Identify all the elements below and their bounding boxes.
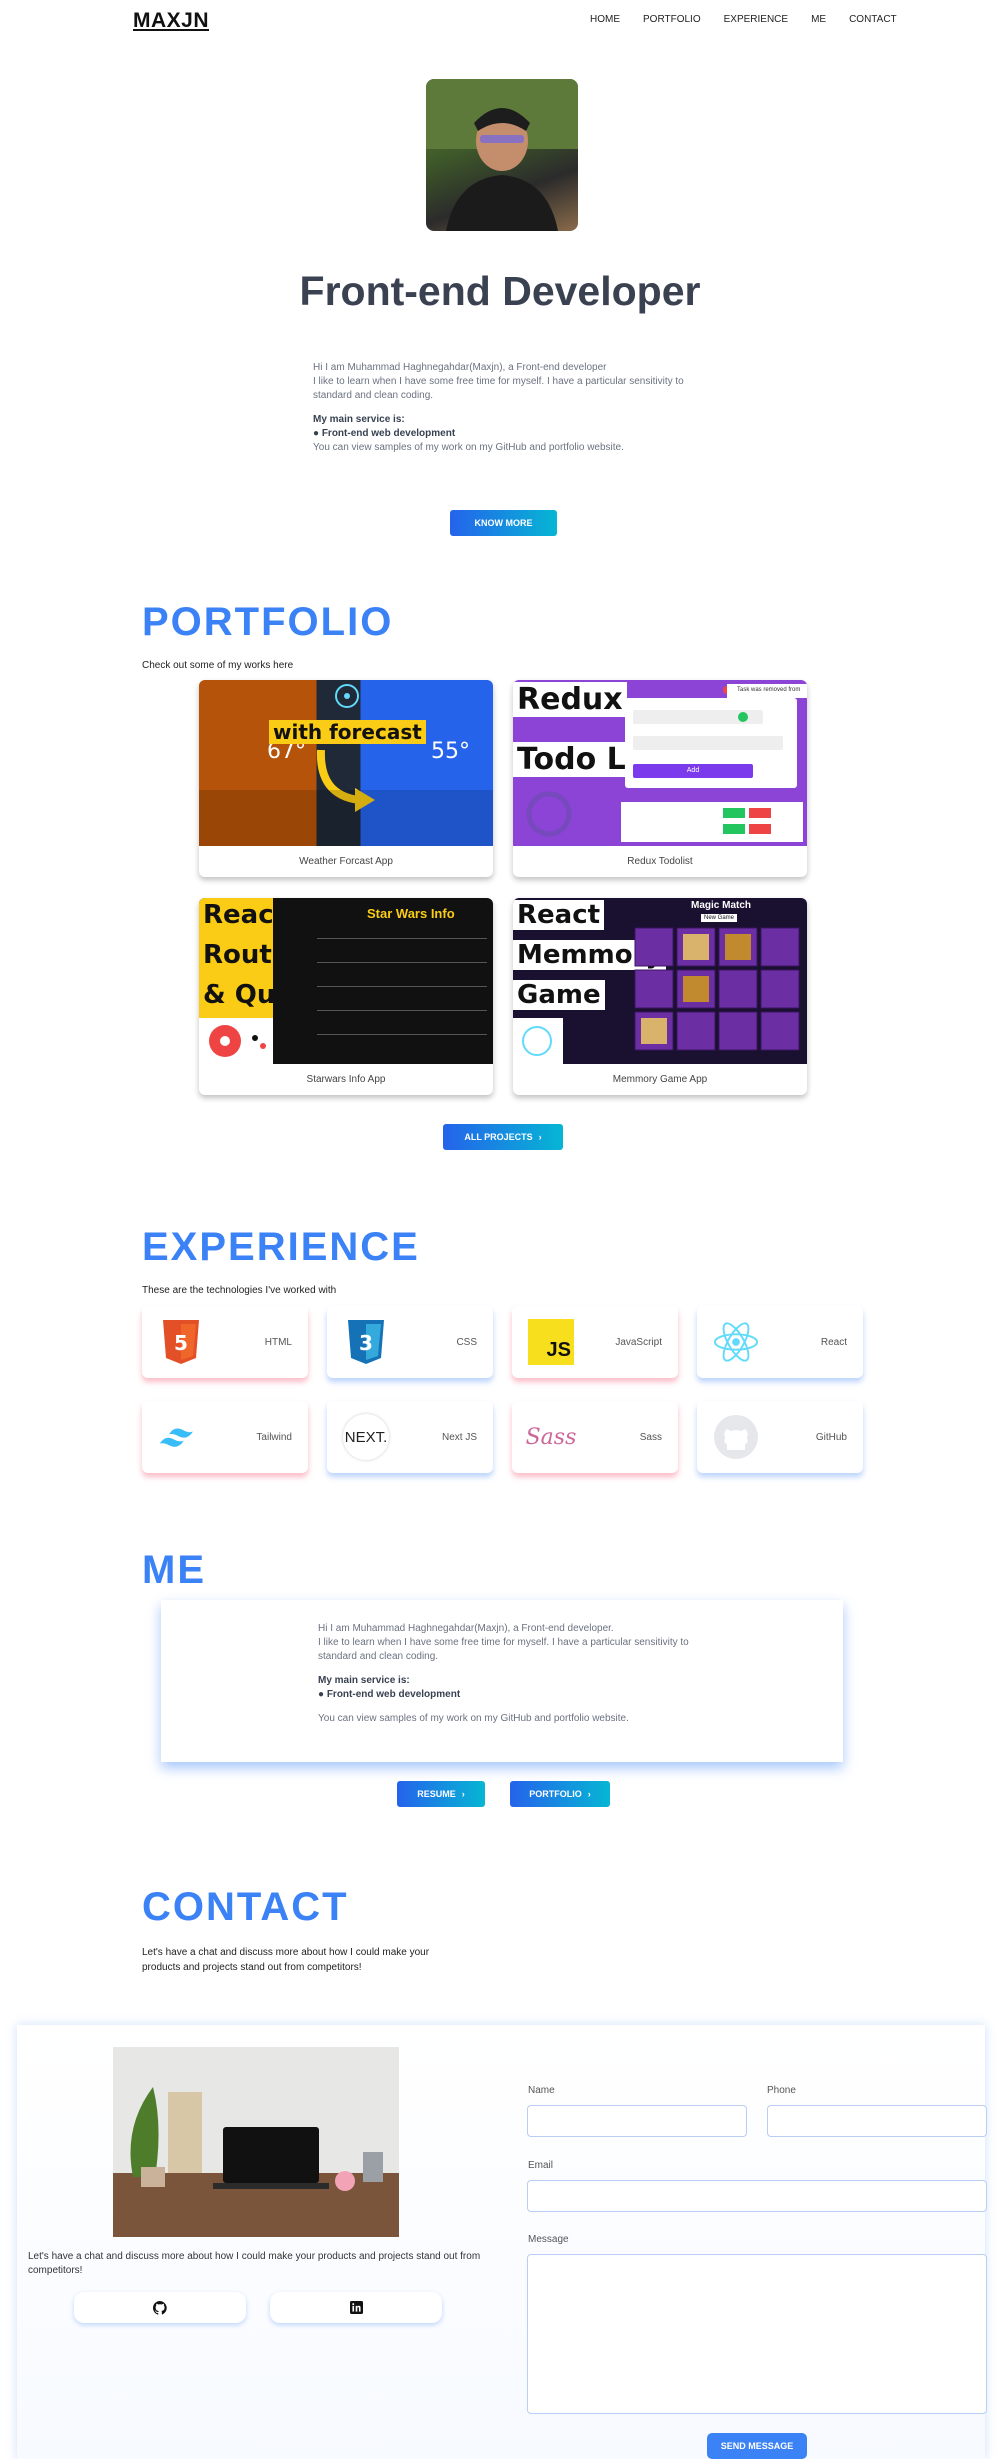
- portfolio-label: PORTFOLIO: [529, 1789, 582, 1799]
- send-message-button[interactable]: SEND MESSAGE: [707, 2433, 807, 2459]
- contact-subtitle: Let's have a chat and discuss more about…: [142, 1947, 430, 1973]
- nav-home[interactable]: HOME: [590, 14, 620, 25]
- contact-left-text: Let's have a chat and discuss more about…: [28, 2251, 481, 2276]
- css3-icon: 3: [343, 1319, 389, 1365]
- me-title: ME: [142, 1548, 206, 1592]
- redux-add-button: Add: [686, 767, 700, 774]
- tech-name: HTML: [264, 1336, 292, 1348]
- message-label: Message: [528, 2234, 569, 2245]
- message-textarea[interactable]: [527, 2254, 987, 2414]
- javascript-icon: JS: [528, 1319, 574, 1365]
- tech-card-nextjs: NEXT. Next JS: [327, 1401, 493, 1473]
- tech-card-css: 3 CSS: [327, 1306, 493, 1378]
- project-thumb: 67° 55° with forecast: [199, 680, 493, 846]
- redux-toast: Task was removed from: [727, 684, 807, 698]
- tech-card-sass: Sass Sass: [512, 1401, 678, 1473]
- hero-samples: You can view samples of my work on my Gi…: [313, 442, 624, 453]
- nav-contact[interactable]: CONTACT: [849, 14, 897, 25]
- tailwind-icon: [158, 1414, 204, 1460]
- project-caption: Weather Forcast App: [299, 856, 393, 867]
- tech-name: CSS: [456, 1336, 477, 1348]
- chevron-right-icon: ›: [538, 1132, 542, 1142]
- project-thumb: React Router & Query Star Wars Info: [199, 898, 493, 1064]
- project-thumb: React Memmory Game Magic Match New Game: [513, 898, 807, 1064]
- site-logo[interactable]: MAXJN: [133, 9, 209, 33]
- tech-name: Tailwind: [256, 1431, 292, 1443]
- know-more-label: KNOW MORE: [474, 518, 533, 528]
- send-message-label: SEND MESSAGE: [720, 2441, 794, 2451]
- github-icon: [713, 1414, 759, 1460]
- project-caption: Starwars Info App: [306, 1074, 386, 1085]
- name-input[interactable]: [527, 2105, 747, 2137]
- tech-name: JavaScript: [615, 1336, 662, 1348]
- email-input[interactable]: [527, 2180, 987, 2212]
- project-caption: Memmory Game App: [612, 1074, 708, 1085]
- tech-name: Sass: [639, 1431, 662, 1443]
- nav-me[interactable]: ME: [811, 14, 826, 25]
- email-label: Email: [528, 2160, 554, 2171]
- portfolio-subtitle: Check out some of my works here: [142, 660, 294, 671]
- svg-text:55°: 55°: [431, 739, 470, 764]
- contact-title: CONTACT: [142, 1885, 349, 1929]
- linkedin-link[interactable]: [270, 2292, 442, 2323]
- me-line1: Hi I am Muhammad Haghnegahdar(Maxjn), a …: [318, 1623, 614, 1634]
- name-label: Name: [528, 2085, 555, 2096]
- project-thumb: Redux Todo List Task was removed from Ad…: [513, 680, 807, 846]
- me-service-label: My main service is:: [318, 1675, 410, 1686]
- github-icon: [153, 2300, 167, 2315]
- tech-name: GitHub: [815, 1431, 847, 1443]
- chevron-right-icon: ›: [587, 1789, 591, 1799]
- nextjs-icon: NEXT.: [343, 1414, 389, 1460]
- hero-title: Front-end Developer: [299, 268, 701, 314]
- project-card-redux[interactable]: Redux Todo List Task was removed from Ad…: [513, 680, 807, 877]
- nav-portfolio[interactable]: PORTFOLIO: [643, 14, 701, 25]
- tech-name: Next JS: [441, 1431, 477, 1443]
- main-nav: HOME PORTFOLIO EXPERIENCE ME CONTACT: [590, 14, 920, 25]
- hero-service: ● Front-end web development: [313, 428, 456, 439]
- profile-photo: [426, 79, 578, 231]
- svg-text:5: 5: [174, 1331, 188, 1355]
- me-service: ● Front-end web development: [318, 1689, 461, 1700]
- project-card-weather[interactable]: 67° 55° with forecast Weather Forcast Ap…: [199, 680, 493, 877]
- all-projects-label: ALL PROJECTS: [464, 1132, 533, 1142]
- site-header: MAXJN HOME PORTFOLIO EXPERIENCE ME CONTA…: [0, 0, 1000, 42]
- me-line2: I like to learn when I have some free ti…: [318, 1637, 689, 1662]
- me-samples: You can view samples of my work on my Gi…: [318, 1713, 629, 1724]
- chevron-right-icon: ›: [461, 1789, 465, 1799]
- react-icon: [713, 1319, 759, 1365]
- tech-name: React: [820, 1336, 847, 1348]
- resume-label: RESUME: [417, 1789, 456, 1799]
- experience-subtitle: These are the technologies I've worked w…: [142, 1285, 337, 1296]
- me-card: Hi I am Muhammad Haghnegahdar(Maxjn), a …: [161, 1600, 843, 1762]
- linkedin-icon: [349, 2301, 363, 2314]
- tech-card-javascript: JS JavaScript: [512, 1306, 678, 1378]
- desk-photo: [113, 2047, 399, 2237]
- hero-intro: Hi I am Muhammad Haghnegahdar(Maxjn), a …: [313, 361, 693, 455]
- resume-button[interactable]: RESUME ›: [397, 1781, 485, 1807]
- portfolio-button[interactable]: PORTFOLIO ›: [510, 1781, 610, 1807]
- hero-service-label: My main service is:: [313, 414, 405, 425]
- hero-intro-line1: Hi I am Muhammad Haghnegahdar(Maxjn), a …: [313, 362, 607, 373]
- svg-text:3: 3: [359, 1331, 373, 1355]
- project-caption: Redux Todolist: [627, 856, 693, 867]
- project-card-starwars[interactable]: React Router & Query Star Wars Info Star…: [199, 898, 493, 1095]
- tech-card-github: GitHub: [697, 1401, 863, 1473]
- html5-icon: 5: [158, 1319, 204, 1365]
- hero-intro-line2: I like to learn when I have some free ti…: [313, 376, 684, 401]
- github-link[interactable]: [74, 2292, 246, 2323]
- project-card-memory[interactable]: React Memmory Game Magic Match New Game …: [513, 898, 807, 1095]
- phone-label: Phone: [767, 2085, 796, 2096]
- experience-title: EXPERIENCE: [142, 1225, 420, 1269]
- know-more-button[interactable]: KNOW MORE: [450, 510, 557, 536]
- nav-experience[interactable]: EXPERIENCE: [724, 14, 788, 25]
- tech-card-react: React: [697, 1306, 863, 1378]
- tech-card-tailwind: Tailwind: [142, 1401, 308, 1473]
- sass-icon: Sass: [525, 1424, 577, 1450]
- portfolio-title: PORTFOLIO: [142, 600, 394, 644]
- all-projects-button[interactable]: ALL PROJECTS ›: [443, 1124, 563, 1150]
- tech-card-html: 5 HTML: [142, 1306, 308, 1378]
- weather-overlay-text: with forecast: [269, 720, 426, 744]
- phone-input[interactable]: [767, 2105, 987, 2137]
